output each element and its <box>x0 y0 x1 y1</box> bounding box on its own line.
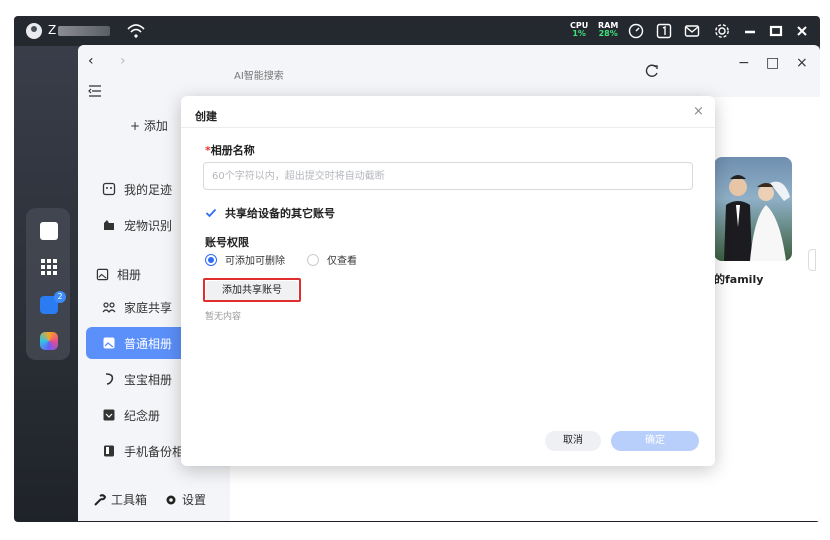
dialog-close-button[interactable]: × <box>693 104 704 119</box>
dialog-title: 创建 <box>195 110 217 123</box>
monitor-icon[interactable] <box>40 222 58 240</box>
username-blurred <box>58 26 110 36</box>
maximize-icon[interactable] <box>768 23 784 39</box>
ram-stat: RAM 28% <box>598 22 618 38</box>
sidebar-item-label: 普通相册 <box>124 336 173 351</box>
notification-badge: 2 <box>54 291 66 303</box>
wifi-icon[interactable] <box>126 22 146 40</box>
cancel-button[interactable]: 取消 <box>545 431 601 451</box>
permission-label: 账号权限 <box>205 236 249 249</box>
sidebar-item-label: 宝宝相册 <box>124 372 173 387</box>
dock: 2 <box>26 208 70 360</box>
system-topbar: Z CPU 1% RAM 28% <box>14 16 820 46</box>
album-heading-label: 相册 <box>117 268 142 282</box>
album-name-input[interactable] <box>203 162 693 190</box>
pet-icon <box>104 220 114 230</box>
radio-view-only-label: 仅查看 <box>327 256 357 267</box>
dialog-divider <box>181 127 715 128</box>
share-checkbox-label: 共享给设备的其它账号 <box>225 207 335 220</box>
album-heading-icon <box>96 268 109 281</box>
window-minimize-button[interactable]: − <box>738 55 750 71</box>
wedding-photo-image <box>724 175 790 261</box>
close-icon[interactable] <box>794 23 810 39</box>
gear-icon[interactable] <box>714 23 730 39</box>
settings-button[interactable]: 设置 <box>182 491 206 508</box>
sidebar-item-label: 我的足迹 <box>124 182 173 197</box>
add-button[interactable]: + 添加 <box>130 117 168 134</box>
checkmark-icon <box>205 208 217 218</box>
baby-icon <box>105 373 114 385</box>
sidebar-item-label: 纪念册 <box>124 408 161 423</box>
sidebar-item-label: 手机备份相 <box>124 444 185 459</box>
radio-view-only[interactable] <box>307 253 319 266</box>
window-close-button[interactable]: × <box>796 55 808 71</box>
ai-search-input[interactable]: AI智能搜索 <box>234 67 284 82</box>
forward-button[interactable]: › <box>120 53 126 69</box>
confirm-button[interactable]: 确定 <box>611 431 699 451</box>
album-name-label-text: 相册名称 <box>210 144 255 157</box>
collapse-sidebar-icon[interactable] <box>88 85 102 97</box>
toolbox-button[interactable]: 工具箱 <box>111 491 147 508</box>
cpu-stat: CPU 1% <box>570 22 588 38</box>
back-button[interactable]: ‹ <box>88 53 94 69</box>
album-name-label: *相册名称 <box>205 142 255 158</box>
photos-app-icon[interactable] <box>40 332 58 350</box>
highlight-box <box>203 278 301 302</box>
empty-state-text: 暂无内容 <box>205 312 242 322</box>
one-icon[interactable] <box>656 23 672 39</box>
permission-radio-group: 可添加可删除 仅查看 <box>205 252 357 267</box>
refresh-icon[interactable] <box>644 63 660 79</box>
ram-value: 28% <box>598 29 618 38</box>
grid-icon[interactable] <box>40 258 58 276</box>
user-avatar-icon[interactable] <box>26 23 42 39</box>
minimize-icon[interactable] <box>742 23 758 39</box>
username-label: Z <box>48 23 57 37</box>
album-cover-photo[interactable] <box>714 157 792 261</box>
album-card-label[interactable]: 的family <box>714 271 763 287</box>
window-maximize-button[interactable]: □ <box>766 55 779 71</box>
sidebar-item-label: 宠物识别 <box>124 218 173 233</box>
memorial-icon <box>103 409 115 421</box>
wrench-icon <box>94 493 106 506</box>
family-icon <box>102 302 116 313</box>
settings-gear-icon <box>166 495 176 504</box>
album-section-heading: 相册 <box>96 266 141 283</box>
sidebar-item-label: 家庭共享 <box>124 300 173 315</box>
phone-backup-icon <box>104 445 114 457</box>
radio-add-delete[interactable] <box>205 253 217 266</box>
album-icon <box>103 337 115 349</box>
cpu-value: 1% <box>572 29 586 38</box>
create-album-dialog: 创建 × *相册名称 共享给设备的其它账号 账号权限 可添加可删除 仅查看 添加… <box>181 96 715 466</box>
share-checkbox[interactable]: 共享给设备的其它账号 <box>205 205 335 221</box>
side-pull-tab[interactable] <box>808 249 816 271</box>
speed-icon[interactable] <box>628 23 644 39</box>
footprint-icon <box>102 182 116 196</box>
sidebar-footer: 工具箱 设置 <box>94 491 206 508</box>
radio-add-delete-label: 可添加可删除 <box>225 256 285 267</box>
mail-icon[interactable] <box>684 23 700 39</box>
